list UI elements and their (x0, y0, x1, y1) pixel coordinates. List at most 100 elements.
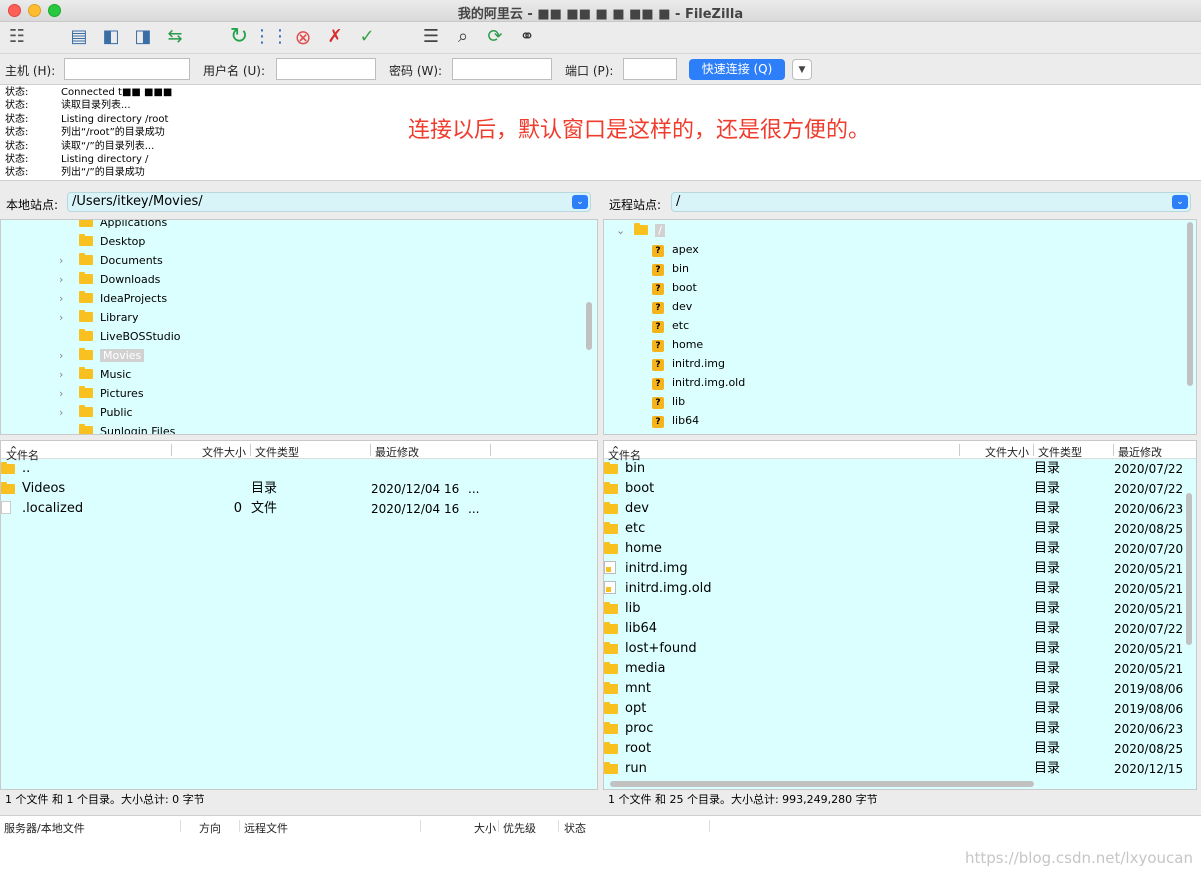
column-header-modified[interactable]: 最近修改 (375, 444, 419, 460)
remote-tree-scrollbar[interactable] (1187, 222, 1193, 386)
tree-item[interactable]: ›LiveBOSStudio (59, 327, 181, 346)
filter-icon[interactable]: ⌕ (450, 24, 476, 50)
tree-item[interactable]: ? apex (652, 240, 699, 259)
chevron-right-icon[interactable]: › (59, 308, 79, 327)
message-log-icon[interactable]: ▤ (66, 24, 92, 50)
port-input[interactable] (623, 58, 677, 80)
chevron-right-icon[interactable]: › (59, 346, 79, 365)
password-input[interactable] (452, 58, 552, 80)
tree-item[interactable]: ›Desktop (59, 232, 145, 251)
chevron-right-icon[interactable]: › (59, 403, 79, 422)
quickconnect-history-dropdown[interactable]: ▼ (792, 59, 812, 80)
local-tree-icon[interactable]: ◧ (98, 24, 124, 50)
refresh-icon[interactable]: ↻ (226, 24, 252, 50)
dir-compare-icon[interactable]: ☰ (418, 24, 444, 50)
reconnect-icon[interactable]: ✓ (354, 24, 380, 50)
table-row[interactable]: Videos 目录 2020/12/04 16... (1, 479, 597, 499)
tree-item[interactable]: ›Sunlogin Files (59, 422, 175, 434)
tree-item[interactable]: ›Applications (59, 220, 167, 232)
table-row[interactable]: initrd.img.old 目录 2020/05/21 (604, 579, 1196, 599)
remote-tree-icon[interactable]: ◨ (130, 24, 156, 50)
tree-item[interactable]: ? initrd.img.old (652, 373, 745, 392)
table-row[interactable]: initrd.img 目录 2020/05/21 (604, 559, 1196, 579)
remote-path-combo[interactable]: / ⌄ (671, 192, 1191, 212)
remote-list-hscrollbar[interactable] (610, 781, 1034, 787)
column-header-modified[interactable]: 最近修改 (1118, 444, 1162, 460)
table-row[interactable]: opt 目录 2019/08/06 (604, 699, 1196, 719)
queue-column-size[interactable]: 大小 (474, 820, 496, 836)
table-row[interactable]: proc 目录 2020/06/23 (604, 719, 1196, 739)
table-row[interactable]: run 目录 2020/12/15 (604, 759, 1196, 779)
tree-item[interactable]: ? boot (652, 278, 697, 297)
site-manager-icon[interactable]: ☷ (4, 24, 30, 50)
host-input[interactable] (64, 58, 190, 80)
local-path-combo[interactable]: /Users/itkey/Movies/ ⌄ (67, 192, 591, 212)
remote-list-scrollbar[interactable] (1186, 493, 1192, 645)
table-row[interactable]: home 目录 2020/07/20 (604, 539, 1196, 559)
tree-item[interactable]: ? lib64 (652, 411, 699, 430)
tree-item[interactable]: › Library (59, 308, 138, 327)
queue-column-direction[interactable]: 方向 (199, 820, 221, 836)
table-row[interactable]: dev 目录 2020/06/23 (604, 499, 1196, 519)
tree-item[interactable]: › Pictures (59, 384, 144, 403)
chevron-down-icon[interactable]: ⌄ (572, 195, 588, 209)
queue-column-priority[interactable]: 优先级 (503, 820, 536, 836)
cancel-icon[interactable]: ⊗ (290, 24, 316, 50)
disconnect-icon[interactable]: ✗ (322, 24, 348, 50)
search-icon[interactable]: ⚭ (514, 24, 540, 50)
tree-item[interactable]: › Public (59, 403, 133, 422)
file-modified: 2020/08/25 (1114, 742, 1184, 756)
tree-item[interactable]: › Music (59, 365, 131, 384)
process-queue-icon[interactable]: ⋮⋮ (253, 24, 289, 50)
chevron-down-icon[interactable]: ⌄ (616, 224, 625, 237)
chevron-right-icon[interactable]: › (59, 384, 79, 403)
tree-item-root[interactable]: ⌄ / (616, 221, 665, 240)
table-row[interactable]: etc 目录 2020/08/25 (604, 519, 1196, 539)
folder-icon (79, 348, 93, 360)
tree-item[interactable]: ? dev (652, 297, 692, 316)
table-row[interactable]: mnt 目录 2019/08/06 (604, 679, 1196, 699)
column-header-size[interactable]: 文件大小 (985, 444, 1029, 460)
queue-column-local[interactable]: 服务器/本地文件 (4, 820, 85, 836)
user-input[interactable] (276, 58, 376, 80)
tree-item[interactable]: › Movies (59, 346, 145, 365)
local-tree-scrollbar[interactable] (586, 302, 592, 350)
tree-item[interactable]: ? lib (652, 392, 685, 411)
column-header-size[interactable]: 文件大小 (202, 444, 246, 460)
transfer-queue-icon[interactable]: ⇆ (162, 24, 188, 50)
column-header-type[interactable]: 文件类型 (1038, 444, 1082, 460)
tree-item[interactable]: ? bin (652, 259, 689, 278)
quickconnect-button[interactable]: 快速连接 (Q) (689, 59, 785, 80)
column-header-type[interactable]: 文件类型 (255, 444, 299, 460)
chevron-right-icon[interactable]: › (59, 251, 79, 270)
chevron-right-icon[interactable]: › (59, 270, 79, 289)
tree-item[interactable]: ? home (652, 335, 703, 354)
table-row[interactable]: lost+found 目录 2020/05/21 (604, 639, 1196, 659)
table-row[interactable]: lib64 目录 2020/07/22 (604, 619, 1196, 639)
tree-item[interactable]: ? etc (652, 316, 689, 335)
sync-browse-icon[interactable]: ⟳ (482, 24, 508, 50)
tree-item-label: Library (100, 311, 139, 324)
table-row[interactable]: media 目录 2020/05/21 (604, 659, 1196, 679)
tree-item[interactable]: › Downloads (59, 270, 160, 289)
tree-item[interactable]: ? initrd.img (652, 354, 725, 373)
column-header-name[interactable]: 文件名 ⌃ (608, 444, 641, 462)
tree-item-label: initrd.img.old (672, 376, 746, 389)
table-row[interactable]: bin 目录 2020/07/22 (604, 459, 1196, 479)
column-header-name[interactable]: 文件名 ⌃ (6, 444, 39, 462)
tree-item[interactable]: › Documents (59, 251, 163, 270)
table-row[interactable]: boot 目录 2020/07/22 (604, 479, 1196, 499)
table-row[interactable]: lib 目录 2020/05/21 (604, 599, 1196, 619)
file-name: initrd.img (625, 561, 688, 576)
queue-column-remote[interactable]: 远程文件 (244, 820, 288, 836)
tree-item[interactable]: › IdeaProjects (59, 289, 167, 308)
table-row[interactable]: root 目录 2020/08/25 (604, 739, 1196, 759)
table-row[interactable]: .localized 0 文件 2020/12/04 16... (1, 499, 597, 519)
table-row[interactable]: .. (1, 459, 597, 479)
chevron-down-icon[interactable]: ⌄ (1172, 195, 1188, 209)
queue-column-status[interactable]: 状态 (564, 820, 586, 836)
log-line: 状态: 列出“/root”的目录成功 (5, 126, 165, 139)
file-icon (1, 501, 11, 514)
chevron-right-icon[interactable]: › (59, 365, 79, 384)
chevron-right-icon[interactable]: › (59, 289, 79, 308)
